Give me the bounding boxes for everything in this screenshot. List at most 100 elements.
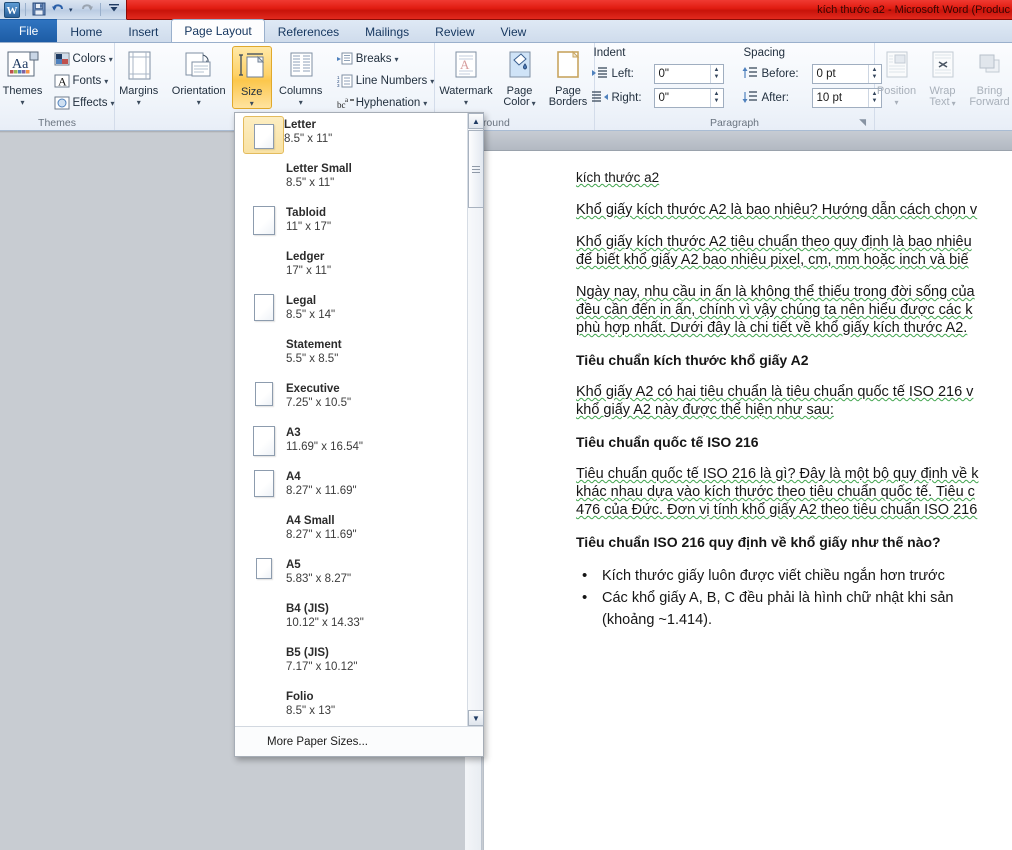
quick-access-toolbar[interactable]: W ▾ [0, 0, 127, 20]
breaks-button[interactable]: Breaks ▾ [334, 49, 438, 69]
qat-divider-2 [100, 3, 101, 16]
paper-size-item[interactable]: Letter 8.5" x 11" [235, 113, 468, 157]
tab-mailings[interactable]: Mailings [352, 20, 422, 42]
indent-right-row: Right: 0" ▲ ▼ [591, 87, 724, 108]
paper-size-item[interactable]: Tabloid 11" x 17" [235, 201, 468, 245]
paper-size-item[interactable]: Letter Small 8.5" x 11" [235, 157, 468, 201]
paper-size-name: Statement [286, 339, 342, 351]
scroll-up-arrow-icon[interactable]: ▲ [468, 113, 484, 129]
document-heading: Tiêu chuẩn quốc tế ISO 216 [576, 434, 759, 450]
size-dropdown-scroll-thumb[interactable] [468, 130, 484, 208]
paper-size-labels: A5 5.83" x 8.27" [286, 556, 351, 587]
tab-review[interactable]: Review [422, 20, 487, 42]
more-paper-sizes-item[interactable]: More Paper Sizes... [235, 726, 483, 756]
themes-group-label: Themes [38, 117, 76, 129]
margins-caret-icon[interactable]: ▾ [137, 98, 141, 107]
size-caret-icon[interactable]: ▾ [250, 99, 254, 108]
columns-label: Columns [279, 85, 323, 97]
line-numbers-button[interactable]: 123 Line Numbers ▾ [334, 71, 438, 91]
page-color-caret-icon[interactable]: ▾ [532, 99, 536, 108]
save-icon[interactable] [31, 2, 47, 18]
page-color-button[interactable]: Page Color ▾ [497, 46, 542, 108]
spacing-after-spinner[interactable]: 10 pt ▲ ▼ [811, 87, 882, 108]
size-dropdown-scrollbar[interactable]: ▲ ▼ [467, 113, 484, 726]
page-borders-button[interactable]: Page Borders [544, 46, 592, 108]
columns-icon [285, 48, 317, 86]
spacing-after-value[interactable]: 10 pt [813, 92, 868, 104]
indent-header: Indent [593, 47, 626, 59]
line-numbers-label: Line Numbers [355, 75, 428, 87]
page-borders-label-2: Borders [548, 96, 588, 108]
customize-qat-icon[interactable] [106, 2, 122, 18]
paper-size-item[interactable]: A5 5.83" x 8.27" [235, 553, 468, 597]
position-caret-icon[interactable]: ▾ [894, 98, 898, 107]
themes-caret-icon[interactable]: ▾ [21, 98, 25, 107]
position-button[interactable]: Position ▾ [874, 46, 920, 107]
orientation-caret-icon[interactable]: ▾ [197, 98, 201, 107]
size-dropdown-menu[interactable]: Letter 8.5" x 11" Letter Small 8.5" x 11" Ta… [234, 112, 484, 757]
tab-view[interactable]: View [488, 20, 540, 42]
size-button[interactable]: Size ▾ [231, 46, 272, 109]
spacing-before-icon [742, 66, 758, 82]
indent-left-value[interactable]: 0" [655, 68, 710, 80]
hyphenation-button[interactable]: bc a Hyphenation ▾ [334, 93, 438, 113]
paper-size-item[interactable]: Executive 7.25" x 10.5" [235, 377, 468, 421]
word-logo-icon[interactable]: W [4, 1, 20, 18]
paper-size-item[interactable]: Legal 8.5" x 14" [235, 289, 468, 333]
spacing-before-spinner[interactable]: 0 pt ▲ ▼ [811, 63, 882, 84]
theme-effects-button[interactable]: Effects ▾ [51, 93, 118, 113]
wrap-text-caret-icon[interactable]: ▾ [952, 99, 956, 108]
indent-right-spinner[interactable]: 0" ▲ ▼ [653, 87, 724, 108]
paper-size-name: Ledger [286, 251, 325, 263]
theme-fonts-caret-icon[interactable]: ▾ [104, 77, 108, 86]
columns-button[interactable]: Columns ▾ [274, 46, 328, 107]
hyphenation-caret-icon[interactable]: ▾ [423, 99, 427, 108]
line-numbers-caret-icon[interactable]: ▾ [430, 77, 434, 86]
page-icon [252, 206, 275, 235]
columns-caret-icon[interactable]: ▾ [299, 98, 303, 107]
tab-file[interactable]: File [0, 19, 58, 42]
size-dropdown-list[interactable]: Letter 8.5" x 11" Letter Small 8.5" x 11" Ta… [235, 113, 468, 726]
paper-size-item[interactable]: A3 11.69" x 16.54" [235, 421, 468, 465]
paper-size-item[interactable]: A4 Small 8.27" x 11.69" [235, 509, 468, 553]
more-paper-sizes-label: More Paper Sizes... [267, 735, 368, 748]
indent-left-stepper[interactable]: ▲ ▼ [709, 64, 723, 83]
margins-button[interactable]: Margins ▾ [112, 46, 166, 107]
paper-size-thumb [241, 336, 286, 338]
paper-size-thumb [241, 600, 286, 602]
indent-right-value[interactable]: 0" [655, 92, 710, 104]
breaks-caret-icon[interactable]: ▾ [395, 55, 399, 64]
tab-page-layout[interactable]: Page Layout [171, 19, 265, 42]
tab-home[interactable]: Home [57, 20, 115, 42]
document-paragraph: khổ giấy A2 này được thể hiện như sau: [576, 402, 834, 418]
orientation-button[interactable]: Orientation ▾ [168, 46, 230, 107]
document-text[interactable]: kích thước a2 Khổ giấy kích thước A2 là b… [576, 169, 1012, 631]
spacing-before-value[interactable]: 0 pt [813, 68, 868, 80]
indent-left-spinner[interactable]: 0" ▲ ▼ [653, 63, 724, 84]
wrap-text-button[interactable]: Wrap Text ▾ [922, 46, 964, 108]
paper-size-item[interactable]: A4 8.27" x 11.69" [235, 465, 468, 509]
watermark-caret-icon[interactable]: ▾ [464, 98, 468, 107]
bring-forward-button[interactable]: Bring Forward [966, 46, 1012, 108]
paper-size-item[interactable]: B5 (JIS) 7.17" x 10.12" [235, 641, 468, 685]
indent-right-stepper[interactable]: ▲ ▼ [709, 88, 723, 107]
undo-icon[interactable] [50, 2, 66, 18]
tab-references[interactable]: References [265, 20, 352, 42]
themes-button[interactable]: Aa Themes ▾ [0, 46, 49, 107]
position-icon [882, 48, 912, 86]
scroll-down-arrow-icon[interactable]: ▼ [468, 710, 484, 726]
theme-fonts-button[interactable]: A Fonts ▾ [51, 71, 118, 91]
document-page[interactable]: kích thước a2 Khổ giấy kích thước A2 là b… [483, 131, 1012, 850]
paper-size-item[interactable]: Ledger 17" x 11" [235, 245, 468, 289]
watermark-button[interactable]: A Watermark ▾ [437, 46, 495, 107]
redo-icon[interactable] [79, 2, 95, 18]
page-icon [252, 426, 275, 456]
indent-section: Indent Left: 0" ▲ ▼ Right: 0" ▲ ▼ [591, 46, 724, 108]
paper-size-item[interactable]: Folio 8.5" x 13" [235, 685, 468, 726]
undo-dropdown-icon[interactable]: ▾ [69, 6, 76, 14]
theme-colors-button[interactable]: Colors ▾ [51, 49, 118, 69]
tab-insert[interactable]: Insert [115, 20, 171, 42]
paper-size-item[interactable]: Statement 5.5" x 8.5" [235, 333, 468, 377]
paragraph-dialog-launcher-icon[interactable]: ◥ [859, 115, 866, 130]
paper-size-item[interactable]: B4 (JIS) 10.12" x 14.33" [235, 597, 468, 641]
